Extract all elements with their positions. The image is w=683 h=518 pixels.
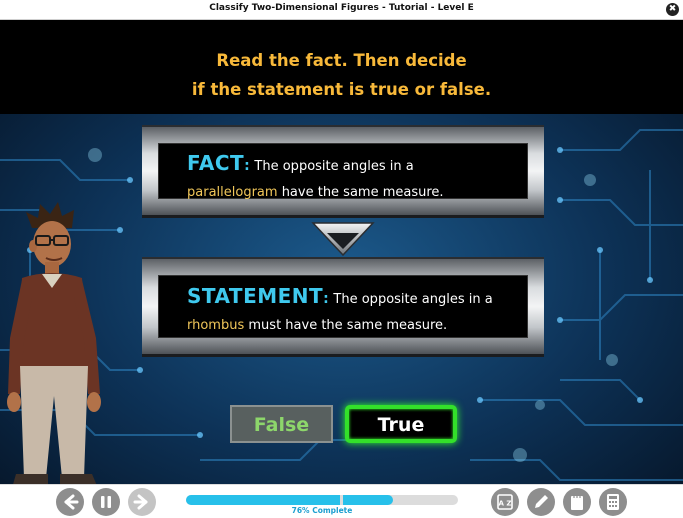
progress-fill [186, 495, 340, 505]
glossary-label: A Z [499, 500, 512, 508]
pencil-icon [535, 495, 548, 508]
notes-icon [571, 494, 583, 510]
fact-text: FACT: The opposite angles in a parallelo… [187, 151, 444, 200]
window-title: Classify Two-Dimensional Figures - Tutor… [209, 3, 474, 13]
statement-tag: STATEMENT [187, 284, 324, 308]
back-button[interactable] [56, 488, 84, 516]
navigation-bar: 76% Complete A Z [0, 484, 683, 518]
true-button[interactable]: True [345, 405, 457, 443]
statement-panel: STATEMENT: The opposite angles in a rhom… [142, 257, 544, 357]
fact-text-after: have the same measure. [281, 185, 444, 200]
forward-button[interactable] [128, 488, 156, 516]
instruction-text: Read the fact. Then decide if the statem… [120, 46, 563, 104]
arrow-left-icon [64, 494, 79, 510]
progress-label: 76% Complete [291, 506, 353, 515]
statement-screen: STATEMENT: The opposite angles in a rhom… [158, 275, 528, 338]
glossary-button[interactable]: A Z [491, 488, 519, 516]
pencil-button[interactable] [527, 488, 555, 516]
fact-screen: FACT: The opposite angles in a parallelo… [158, 143, 528, 200]
calculator-icon [607, 494, 619, 510]
close-button[interactable]: ✖ [666, 3, 679, 16]
statement-highlight: rhombus [187, 318, 245, 333]
pause-icon [101, 496, 111, 508]
instruction-line-2: if the statement is true or false. [191, 80, 492, 99]
fact-tag: FACT [187, 151, 245, 175]
instruction-band: Read the fact. Then decide if the statem… [0, 20, 683, 114]
fact-text-before: The opposite angles in a [254, 159, 414, 174]
calculator-button[interactable] [599, 488, 627, 516]
pause-button[interactable] [92, 488, 120, 516]
tutor-character [7, 202, 101, 484]
glossary-icon: A Z [497, 494, 513, 510]
arrow-down-icon [311, 222, 375, 257]
lesson-stage: Read the fact. Then decide if the statem… [0, 20, 683, 484]
statement-text-before: The opposite angles in a [333, 292, 493, 307]
notes-button[interactable] [563, 488, 591, 516]
fact-highlight: parallelogram [187, 185, 278, 200]
statement-text: STATEMENT: The opposite angles in a rhom… [187, 284, 493, 333]
progress-fill-current [343, 495, 393, 505]
statement-text-after: must have the same measure. [248, 318, 448, 333]
title-bar: Classify Two-Dimensional Figures - Tutor… [0, 0, 683, 20]
arrow-right-icon [133, 494, 148, 510]
fact-panel: FACT: The opposite angles in a parallelo… [142, 125, 544, 218]
instruction-line-1: Read the fact. Then decide [216, 51, 467, 70]
false-button[interactable]: False [230, 405, 333, 443]
